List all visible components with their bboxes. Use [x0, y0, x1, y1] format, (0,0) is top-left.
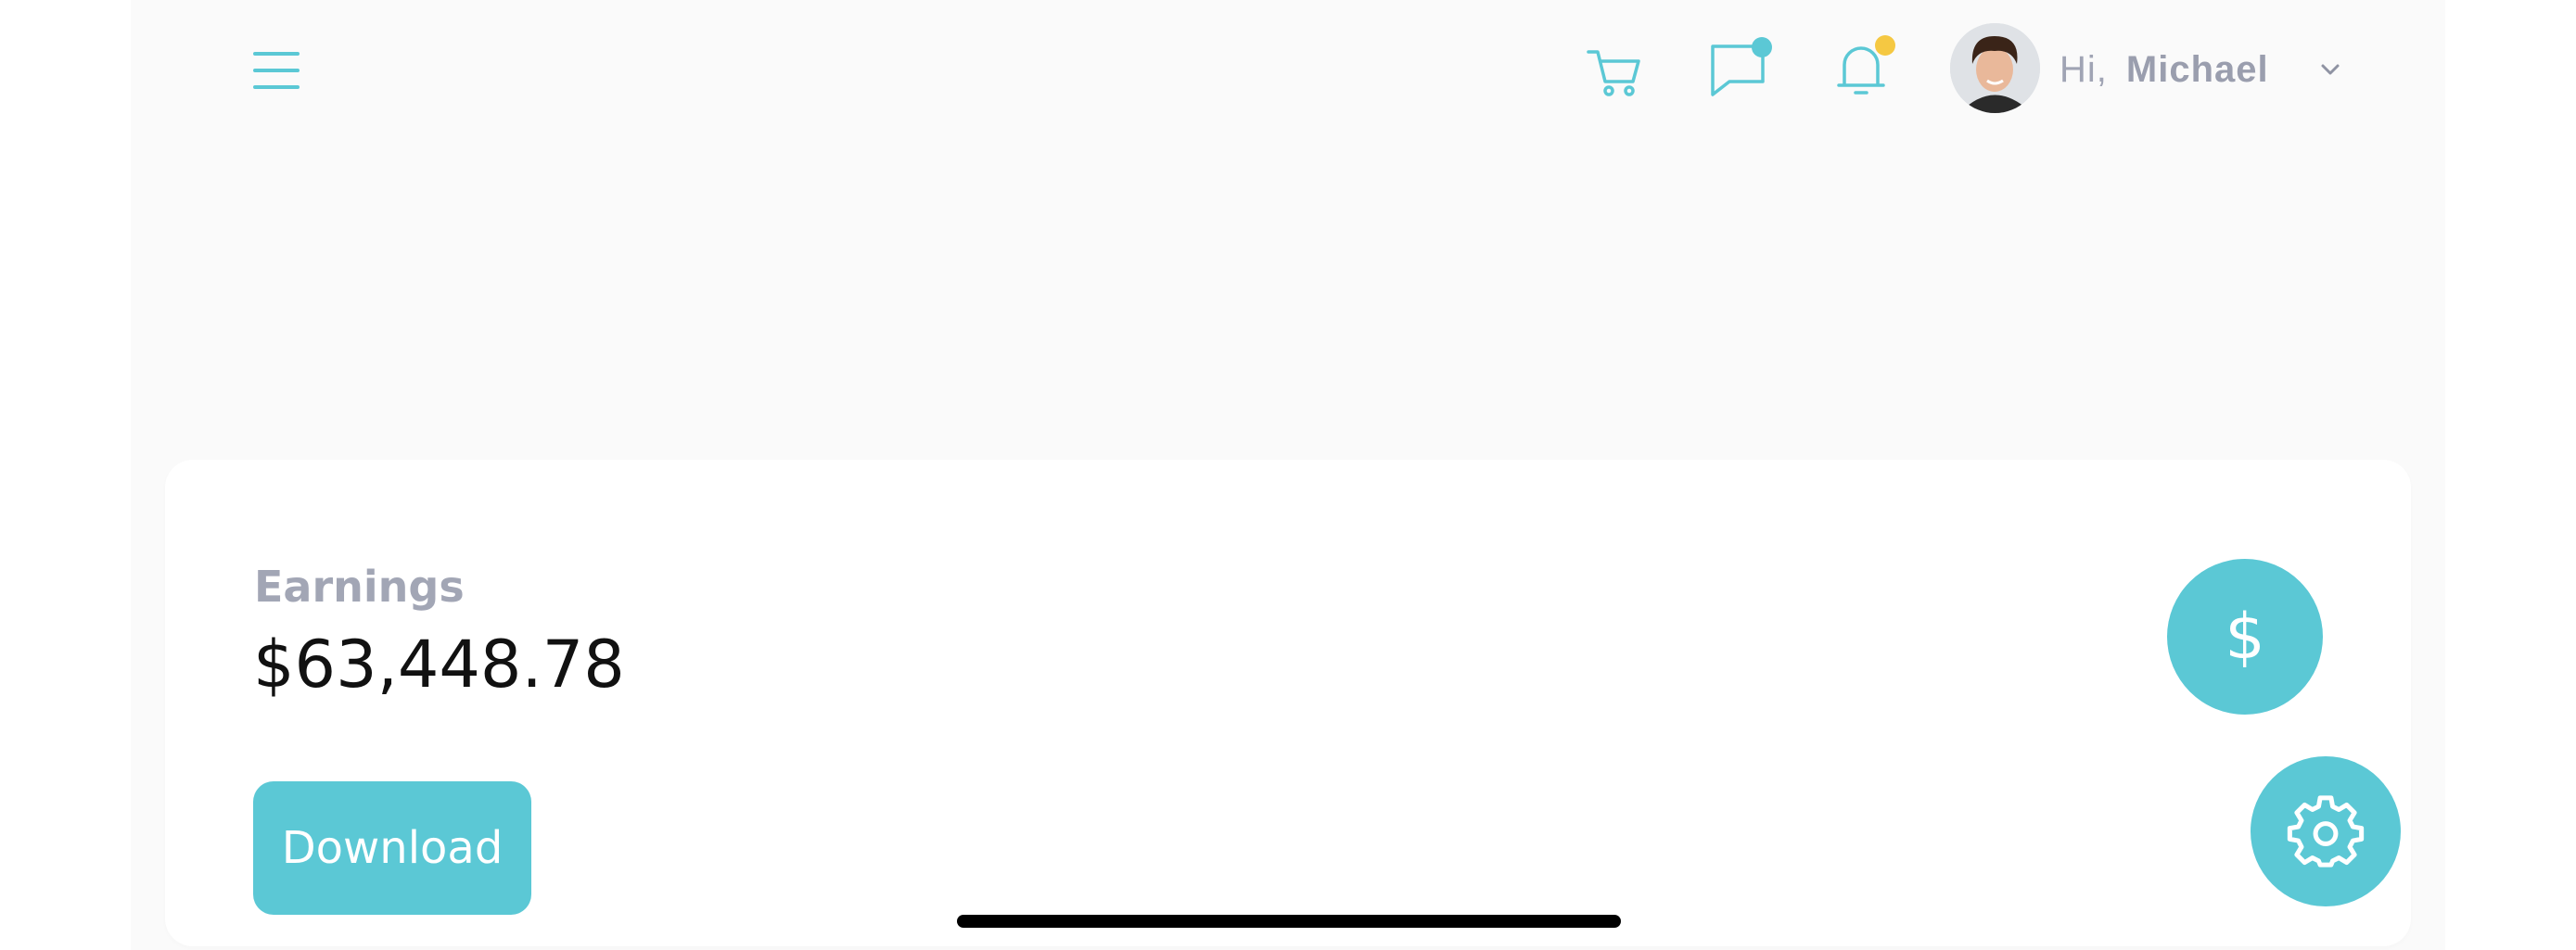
shopping-cart-icon[interactable] [1577, 33, 1651, 108]
earnings-card: Earnings $63,448.78 Download $ [165, 460, 2411, 946]
gear-icon [2287, 795, 2365, 868]
user-name: Michael [2125, 48, 2269, 90]
earnings-label: Earnings [254, 562, 465, 612]
greeting-prefix: Hi, [2060, 48, 2108, 90]
avatar[interactable] [1950, 23, 2040, 113]
dollar-icon: $ [2167, 559, 2323, 715]
earnings-value: $63,448.78 [253, 627, 625, 703]
hamburger-menu-icon[interactable] [253, 48, 301, 95]
bell-icon[interactable] [1824, 33, 1898, 108]
settings-button[interactable] [2251, 756, 2401, 906]
chat-bubble-icon[interactable] [1702, 33, 1776, 108]
messages-badge [1752, 37, 1772, 57]
app-viewport: Hi, Michael Earnings $63,448.78 Download… [131, 0, 2445, 950]
user-greeting[interactable]: Hi, Michael [2060, 42, 2269, 97]
notifications-badge [1875, 35, 1895, 56]
home-indicator [957, 915, 1621, 928]
chevron-down-icon[interactable] [2314, 53, 2347, 86]
download-button[interactable]: Download [253, 781, 531, 915]
